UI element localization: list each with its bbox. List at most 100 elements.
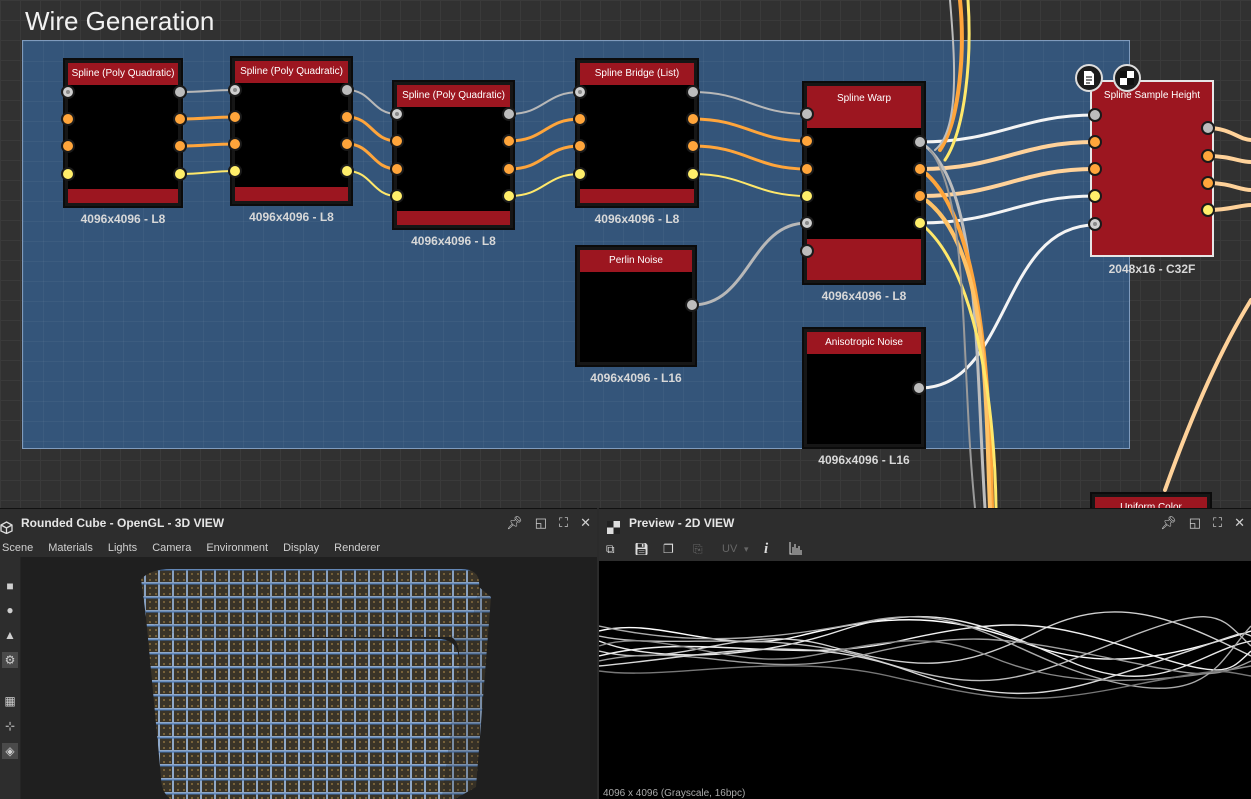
export-icon[interactable]: ⎘	[693, 541, 703, 557]
output-port[interactable]	[340, 137, 354, 151]
node-perlin-noise[interactable]: Perlin Noise	[575, 245, 697, 367]
output-port[interactable]	[913, 135, 927, 149]
info-icon[interactable]: i	[764, 541, 768, 557]
output-port[interactable]	[913, 162, 927, 176]
input-port[interactable]	[800, 162, 814, 176]
input-port[interactable]	[1088, 162, 1102, 176]
output-port[interactable]	[502, 162, 516, 176]
settings-icon[interactable]: ⚙	[2, 652, 18, 668]
grid-icon[interactable]: ▦	[2, 693, 18, 709]
node-graph-canvas[interactable]: Wire Generation Spline (Poly Quadratic) …	[0, 0, 1251, 508]
output-port[interactable]	[340, 110, 354, 124]
node-uniform-color[interactable]: Uniform Color	[1090, 492, 1212, 508]
input-port[interactable]	[1088, 135, 1102, 149]
input-port[interactable]	[390, 162, 404, 176]
output-port[interactable]	[340, 83, 354, 97]
close-icon[interactable]: ✕	[580, 509, 591, 537]
input-port[interactable]	[61, 112, 75, 126]
menu-materials[interactable]: Materials	[46, 537, 101, 557]
save-icon[interactable]: 💾︎	[634, 541, 649, 557]
node-spline-poly-quadratic-2[interactable]: Spline (Poly Quadratic)	[230, 56, 353, 206]
chevron-down-icon[interactable]: ▾	[744, 541, 749, 557]
input-port[interactable]	[1088, 108, 1102, 122]
input-port[interactable]	[390, 189, 404, 203]
menu-display[interactable]: Display	[281, 537, 327, 557]
input-port[interactable]	[390, 107, 404, 121]
output-port[interactable]	[1201, 149, 1215, 163]
menu-environment[interactable]: Environment	[204, 537, 276, 557]
input-port[interactable]	[800, 134, 814, 148]
input-port[interactable]	[800, 244, 814, 258]
input-port[interactable]	[573, 167, 587, 181]
input-port[interactable]	[61, 85, 75, 99]
input-port[interactable]	[61, 167, 75, 181]
input-port[interactable]	[390, 134, 404, 148]
copy-icon[interactable]: ❐	[663, 541, 674, 557]
input-port[interactable]	[800, 216, 814, 230]
node-comment-icon[interactable]	[1075, 64, 1103, 92]
input-port[interactable]	[800, 189, 814, 203]
menu-scene[interactable]: Scene	[0, 537, 41, 557]
maximize-icon[interactable]: ⛶	[559, 509, 568, 537]
node-spline-sample-height[interactable]: Spline Sample Height	[1090, 80, 1214, 257]
pin-icon[interactable]: 📌︎	[1160, 509, 1177, 537]
input-port[interactable]	[800, 107, 814, 121]
output-port[interactable]	[913, 216, 927, 230]
output-port[interactable]	[502, 134, 516, 148]
output-port[interactable]	[173, 167, 187, 181]
restore-icon[interactable]: ◱	[535, 509, 547, 537]
axis-icon[interactable]: ⊹	[2, 718, 18, 734]
input-port[interactable]	[573, 112, 587, 126]
node-preview-icon[interactable]	[1113, 64, 1141, 92]
menu-camera[interactable]: Camera	[150, 537, 199, 557]
output-port[interactable]	[686, 112, 700, 126]
menu-renderer[interactable]: Renderer	[332, 537, 388, 557]
output-port[interactable]	[686, 139, 700, 153]
node-anisotropic-noise[interactable]: Anisotropic Noise	[802, 327, 926, 449]
light-bulb-icon[interactable]: ●	[2, 602, 18, 618]
node-spline-poly-quadratic-3[interactable]: Spline (Poly Quadratic)	[392, 80, 515, 230]
output-port[interactable]	[1201, 176, 1215, 190]
viewport-3d[interactable]	[21, 557, 597, 799]
output-port[interactable]	[173, 139, 187, 153]
output-port[interactable]	[173, 85, 187, 99]
pin-icon[interactable]: 📌︎	[506, 509, 523, 537]
view-options-icon[interactable]: ⧉	[606, 541, 615, 557]
restore-icon[interactable]: ◱	[1189, 509, 1201, 537]
uv-dropdown[interactable]: UV	[722, 541, 737, 557]
input-port[interactable]	[1088, 189, 1102, 203]
input-port[interactable]	[228, 137, 242, 151]
output-port[interactable]	[913, 189, 927, 203]
menu-lights[interactable]: Lights	[106, 537, 145, 557]
node-spline-poly-quadratic-1[interactable]: Spline (Poly Quadratic)	[63, 58, 183, 208]
input-port[interactable]	[1088, 217, 1102, 231]
output-port[interactable]	[686, 85, 700, 99]
cube-icon[interactable]: ◈	[2, 743, 18, 759]
close-icon[interactable]: ✕	[1234, 509, 1245, 537]
output-port[interactable]	[1201, 121, 1215, 135]
node-resolution-label: 2048x16 - C32F	[1108, 262, 1196, 276]
histogram-icon[interactable]	[789, 541, 803, 557]
maximize-icon[interactable]: ⛶	[1213, 509, 1222, 537]
camera-icon[interactable]: ■	[2, 578, 18, 594]
viewport-2d[interactable]: 4096 x 4096 (Grayscale, 16bpc)	[599, 561, 1251, 799]
output-port[interactable]	[1201, 203, 1215, 217]
input-port[interactable]	[573, 139, 587, 153]
input-port[interactable]	[228, 110, 242, 124]
environment-icon[interactable]: ▲	[2, 627, 18, 643]
output-port[interactable]	[686, 167, 700, 181]
node-title: Spline (Poly Quadratic)	[235, 61, 348, 83]
node-spline-warp[interactable]: Spline Warp	[802, 81, 926, 285]
output-port[interactable]	[685, 298, 699, 312]
node-title: Uniform Color	[1095, 497, 1207, 508]
output-port[interactable]	[502, 189, 516, 203]
input-port[interactable]	[228, 164, 242, 178]
output-port[interactable]	[340, 164, 354, 178]
output-port[interactable]	[502, 107, 516, 121]
output-port[interactable]	[912, 381, 926, 395]
input-port[interactable]	[61, 139, 75, 153]
input-port[interactable]	[228, 83, 242, 97]
node-spline-bridge-list[interactable]: Spline Bridge (List)	[575, 58, 699, 208]
input-port[interactable]	[573, 85, 587, 99]
output-port[interactable]	[173, 112, 187, 126]
